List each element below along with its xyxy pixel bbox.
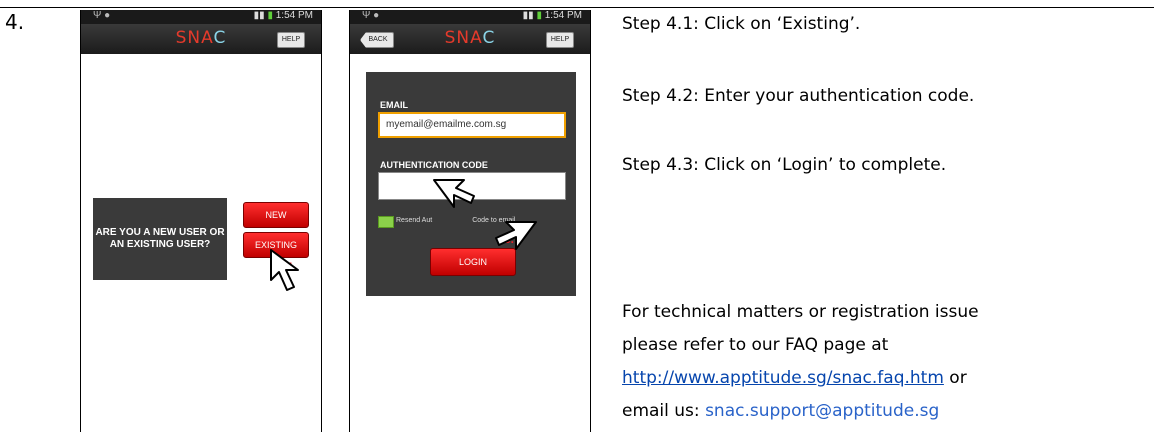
help-button[interactable]: HELP [546,32,574,48]
support-text-line-4: email us: snac.support@apptitude.sg [622,401,940,421]
support-email-link[interactable]: snac.support@apptitude.sg [705,401,939,421]
instruction-step-4-3: Step 4.3: Click on ‘Login’ to complete. [622,155,947,175]
support-text-line-3: http://www.apptitude.sg/snac.faq.htm or [622,368,967,388]
phone-screenshot-2: Ψ ● ▮▮ ▮ 1:54 PM BACK SNAC HELP EMAIL my… [349,10,591,432]
status-bar: Ψ ● ▮▮ ▮ 1:54 PM [350,10,590,24]
user-type-question: ARE YOU A NEW USER OR AN EXISTING USER? [93,198,227,280]
app-bar: BACK SNAC HELP [350,24,590,54]
table-top-border [0,7,1154,8]
support-text-line-1: For technical matters or registration is… [622,302,979,322]
instruction-step-4-1: Step 4.1: Click on ‘Existing’. [622,14,861,34]
envelope-icon [378,216,394,228]
email-field[interactable]: myemail@emailme.com.sg [378,112,566,138]
email-label: EMAIL [380,100,408,110]
battery-icon: ▮ [267,10,273,21]
app-bar: SNAC HELP [81,24,321,54]
status-bar: Ψ ● ▮▮ ▮ 1:54 PM [81,10,321,24]
battery-icon: ▮ [536,10,542,21]
usb-icon: Ψ ● [93,10,111,21]
pointer-hand-icon [433,179,475,208]
status-time: ▮▮ ▮ 1:54 PM [253,10,313,21]
auth-code-label: AUTHENTICATION CODE [380,160,488,170]
faq-link[interactable]: http://www.apptitude.sg/snac.faq.htm [622,368,944,388]
pointer-hand-icon [270,249,299,291]
pointer-hand-icon [495,221,537,250]
instruction-step-4-2: Step 4.2: Enter your authentication code… [622,86,975,106]
step-number: 4. [5,10,25,34]
signal-icon: ▮▮ [253,10,265,21]
signal-icon: ▮▮ [522,10,534,21]
support-text-line-2: please refer to our FAQ page at [622,335,889,355]
new-user-button[interactable]: NEW [243,202,309,228]
help-button[interactable]: HELP [277,32,305,48]
phone-screenshot-1: Ψ ● ▮▮ ▮ 1:54 PM SNAC HELP ARE YOU A NEW… [80,10,322,432]
status-time: ▮▮ ▮ 1:54 PM [522,10,582,21]
usb-icon: Ψ ● [362,10,380,21]
